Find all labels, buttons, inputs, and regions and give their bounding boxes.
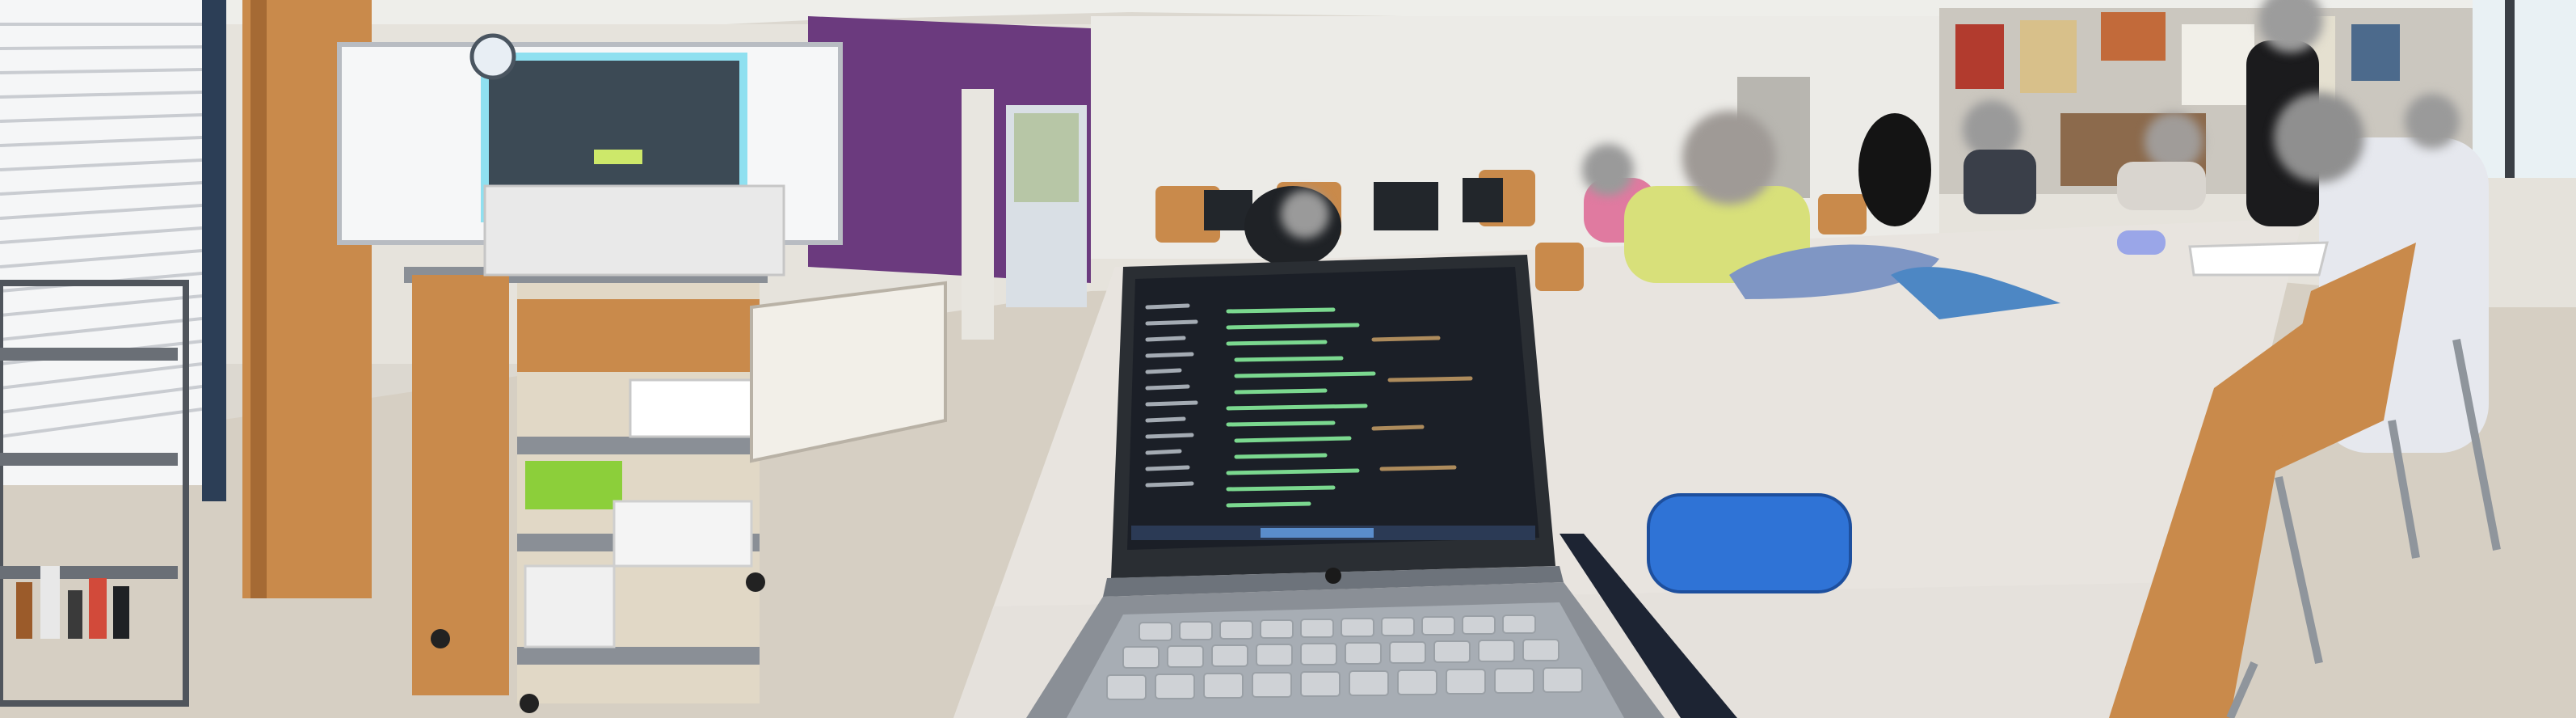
student-dark <box>1244 186 1341 267</box>
doorway <box>962 89 1087 340</box>
left-window <box>0 0 226 501</box>
classroom-scene <box>0 0 2576 718</box>
pencil-case <box>1647 493 1852 593</box>
scene-svg <box>0 0 2576 718</box>
wall-clock <box>469 33 516 80</box>
table-paper <box>2188 241 2329 277</box>
glasses-case <box>2117 230 2166 255</box>
hp-logo <box>1325 568 1341 584</box>
taskbar-icons <box>1261 528 1374 538</box>
student-black-hair <box>1858 113 1931 226</box>
